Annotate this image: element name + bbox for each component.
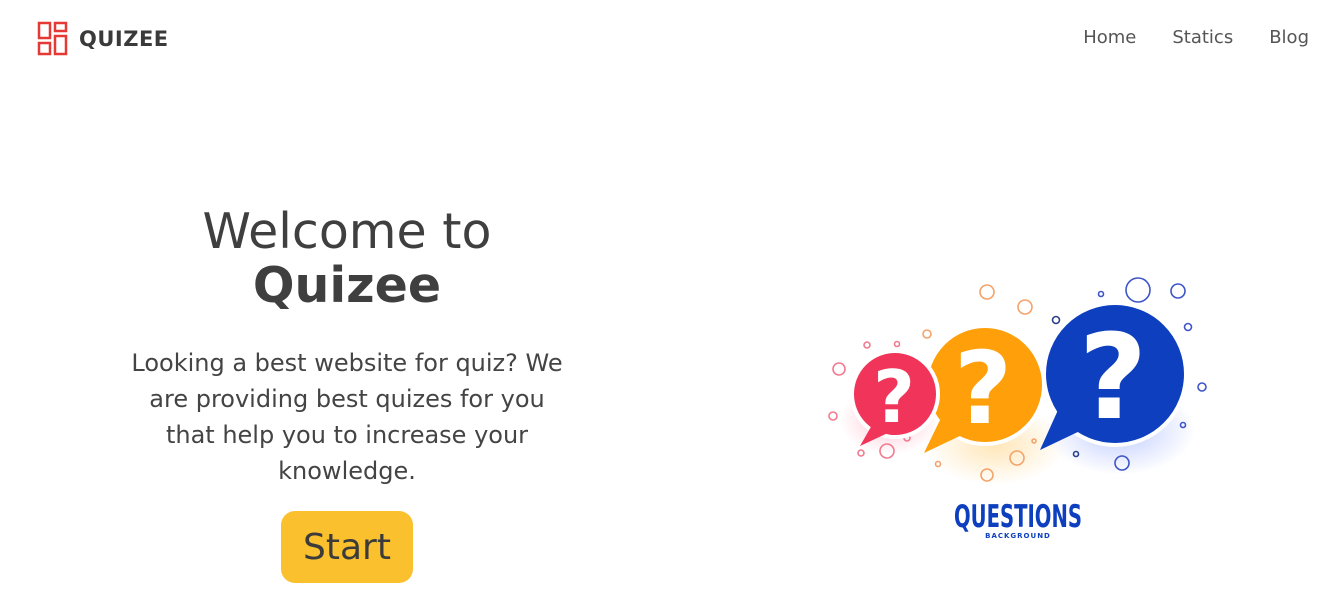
questions-illustration: ? ? ? QUESTIONS BACKGROUND	[828, 277, 1207, 540]
brand[interactable]: QUIZEE	[37, 21, 169, 57]
hero-description: Looking a best website for quiz? We are …	[131, 349, 563, 485]
hero-section: Welcome to Quizee Looking a best website…	[107, 205, 587, 489]
nav-link-home[interactable]: Home	[1083, 27, 1136, 48]
brand-name: QUIZEE	[79, 27, 169, 51]
svg-text:?: ?	[1079, 308, 1147, 446]
svg-text:?: ?	[954, 330, 1012, 447]
nav-link-statics[interactable]: Statics	[1172, 27, 1233, 48]
blue-question-bubble: ?	[1040, 301, 1188, 450]
svg-text:?: ?	[873, 355, 915, 439]
navbar: QUIZEE Home Statics Blog	[0, 0, 1337, 78]
nav-links: Home Statics Blog	[1047, 27, 1309, 48]
illustration-subcaption: BACKGROUND	[985, 532, 1051, 540]
illustration-caption: QUESTIONS	[954, 499, 1082, 535]
nav-link-blog[interactable]: Blog	[1269, 27, 1309, 48]
hero-title: Welcome to Quizee	[107, 205, 587, 313]
hero-title-line1: Welcome to	[202, 203, 492, 260]
start-button[interactable]: Start	[281, 511, 413, 583]
hero-title-line2: Quizee	[252, 257, 442, 314]
grid-logo-icon	[37, 21, 68, 56]
